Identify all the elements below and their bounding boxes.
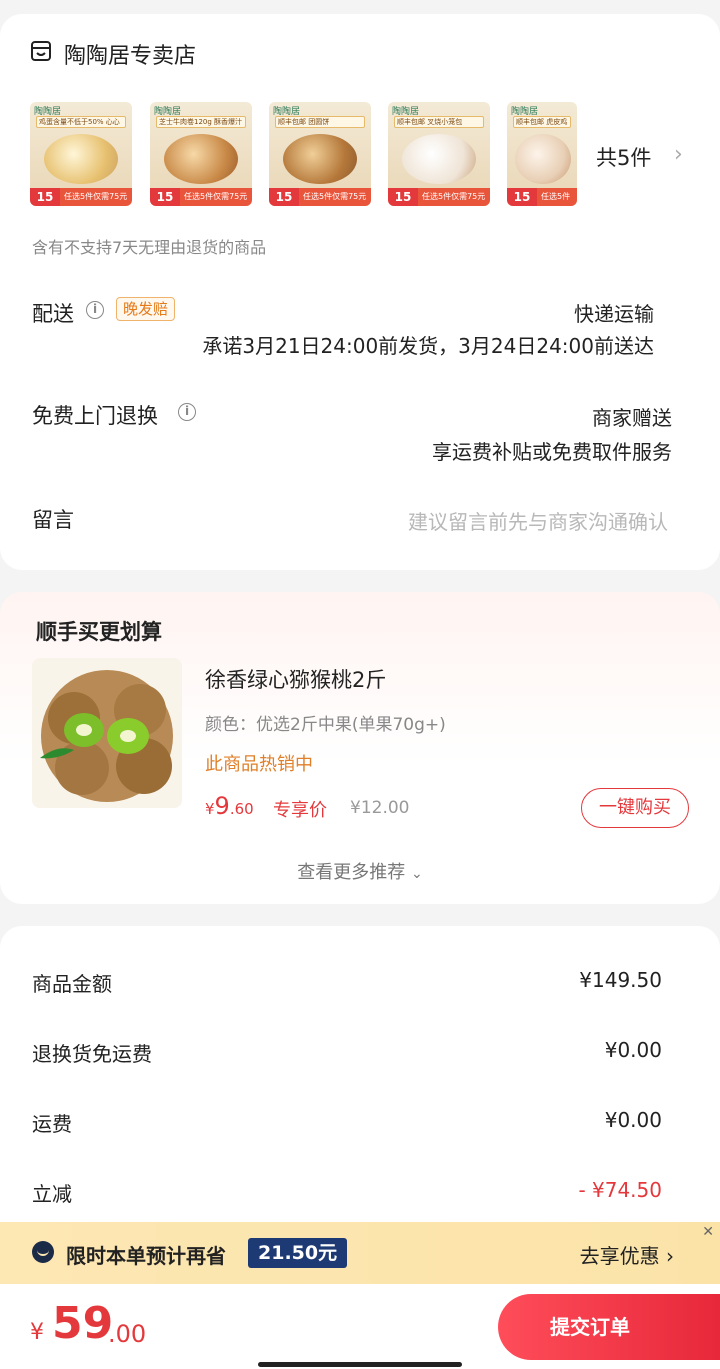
return-policy-note: 含有不支持7天无理由退货的商品 — [32, 238, 267, 257]
store-icon — [31, 41, 51, 61]
thumb-tagline: 鸡蛋含量不低于50% 心心相印 — [36, 116, 126, 128]
hot-selling-label: 此商品热销中 — [205, 754, 313, 775]
thumb-promo: 任选5件仅需75元 — [299, 188, 371, 206]
late-compensation-badge: 晚发赔 — [116, 297, 176, 321]
submit-order-button[interactable]: 提交订单 — [498, 1294, 720, 1360]
total-decimal: .00 — [108, 1320, 147, 1348]
product-image — [164, 134, 238, 184]
thumb-price: 15 — [388, 188, 418, 206]
home-indicator[interactable] — [258, 1362, 462, 1367]
thumb-tagline: 芝士牛肉卷120g 酥香爆汁 — [156, 116, 246, 128]
thumb-price: 15 — [30, 188, 60, 206]
thumb-price: 15 — [507, 188, 537, 206]
thumb-tagline: 顺丰包邮 叉烧小笼包 — [394, 116, 484, 128]
price-symbol: ¥ — [205, 800, 215, 818]
promo-text: 限时本单预计再省 — [66, 1244, 226, 1268]
total-integer: 59 — [52, 1298, 114, 1349]
promo-banner[interactable]: 限时本单预计再省 21.50元 去享优惠 › ✕ — [0, 1222, 720, 1284]
claim-discount-link[interactable]: 去享优惠 › — [580, 1240, 674, 1269]
exclusive-price-label: 专享价 — [273, 800, 327, 821]
summary-value: ¥0.00 — [604, 1108, 662, 1132]
thumb-promo: 任选5件仅需75元 — [418, 188, 490, 206]
store-name[interactable]: 陶陶居专卖店 — [64, 38, 196, 70]
info-icon[interactable]: i — [86, 301, 104, 319]
product-thumbnail[interactable]: 陶陶居 鸡蛋含量不低于50% 心心相印 15 任选5件仅需75元 — [30, 102, 132, 206]
original-price: ¥12.00 — [350, 798, 410, 818]
recommend-price: ¥9.60 — [205, 792, 254, 820]
store-card: 陶陶居专卖店 陶陶居 鸡蛋含量不低于50% 心心相印 15 任选5件仅需75元 … — [0, 14, 720, 570]
recommend-product-spec: 颜色：优选2斤中果(单果70g+) — [205, 715, 446, 735]
product-image — [515, 134, 571, 184]
price-decimal: .60 — [229, 800, 254, 818]
chevron-down-icon: ⌄ — [411, 866, 423, 882]
product-image — [402, 134, 476, 184]
total-currency: ¥ — [30, 1320, 44, 1345]
exchange-service: 享运费补贴或免费取件服务 — [432, 440, 672, 464]
one-click-buy-button[interactable]: 一键购买 — [581, 788, 689, 828]
promo-logo-icon — [32, 1241, 54, 1263]
promo-amount-badge: 21.50元 — [248, 1238, 348, 1268]
product-thumbnail[interactable]: 陶陶居 顺丰包邮 虎皮鸡爪 15 任选5件仅需75元 — [507, 102, 577, 206]
product-thumbnail[interactable]: 陶陶居 顺丰包邮 叉烧小笼包 15 任选5件仅需75元 — [388, 102, 490, 206]
thumb-promo: 任选5件仅需75元 — [537, 188, 577, 206]
delivery-method: 快递运输 — [574, 302, 654, 326]
summary-label: 运费 — [32, 1112, 72, 1136]
thumb-promo: 任选5件仅需75元 — [180, 188, 252, 206]
more-recommendations-link[interactable]: 查看更多推荐 ⌄ — [0, 858, 720, 884]
recommendation-card: 顺手买更划算 徐香绿心猕猴桃2斤 颜色：优选2斤中果(单果70g+) 此商品热销… — [0, 592, 720, 904]
product-thumbnail[interactable]: 陶陶居 芝士牛肉卷120g 酥香爆汁 15 任选5件仅需75元 — [150, 102, 252, 206]
exchange-gift: 商家赠送 — [592, 406, 672, 430]
thumb-tagline: 顺丰包邮 虎皮鸡爪 — [513, 116, 571, 128]
kiwi-product-image[interactable] — [32, 658, 182, 808]
message-label: 留言 — [32, 508, 74, 532]
thumb-price: 15 — [269, 188, 299, 206]
info-icon[interactable]: i — [178, 403, 196, 421]
summary-label: 退换货免运费 — [32, 1042, 152, 1066]
product-thumbnail[interactable]: 陶陶居 顺丰包邮 团圆饼 15 任选5件仅需75元 — [269, 102, 371, 206]
summary-value: ¥149.50 — [579, 968, 662, 992]
message-input[interactable]: 建议留言前先与商家沟通确认 — [408, 506, 668, 535]
more-recommendations-label: 查看更多推荐 — [297, 862, 406, 883]
thumb-promo: 任选5件仅需75元 — [60, 188, 132, 206]
summary-label: 商品金额 — [32, 972, 112, 996]
item-count[interactable]: 共5件 — [596, 142, 651, 172]
thumb-price: 15 — [150, 188, 180, 206]
discount-value: - ¥74.50 — [578, 1178, 662, 1202]
thumb-tagline: 顺丰包邮 团圆饼 — [275, 116, 365, 128]
delivery-promise: 承诺3月21日24:00前发货，3月24日24:00前送达 — [202, 334, 654, 358]
close-icon[interactable]: ✕ — [702, 1224, 714, 1240]
recommend-product-name[interactable]: 徐香绿心猕猴桃2斤 — [205, 664, 386, 694]
chevron-right-icon[interactable]: › — [674, 142, 683, 167]
recommendation-title: 顺手买更划算 — [36, 620, 162, 644]
kiwi-image — [32, 658, 182, 808]
delivery-label: 配送 — [32, 302, 74, 326]
product-image — [44, 134, 118, 184]
product-image — [283, 134, 357, 184]
checkout-bar: ¥ 59 .00 提交订单 — [0, 1284, 720, 1369]
exchange-label: 免费上门退换 — [32, 404, 158, 428]
price-integer: 9 — [214, 792, 230, 820]
summary-value: ¥0.00 — [604, 1038, 662, 1062]
order-summary-card: 商品金额 ¥149.50 退换货免运费 ¥0.00 运费 ¥0.00 立减 - … — [0, 926, 720, 1246]
summary-label: 立减 — [32, 1182, 72, 1206]
